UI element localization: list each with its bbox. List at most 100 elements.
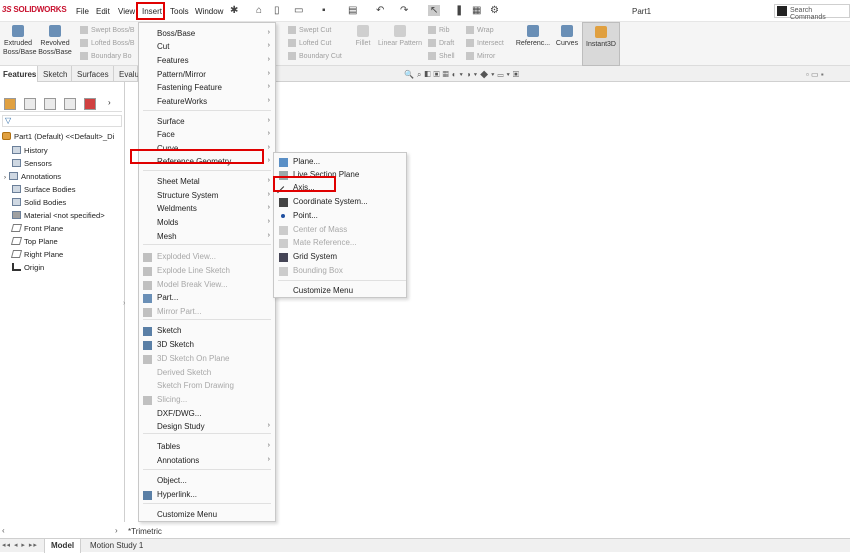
filter-bar[interactable]: ▽ [2, 115, 122, 127]
insert-menu-item-face[interactable]: Face › [139, 129, 275, 142]
tree-item-sensors[interactable]: Sensors [12, 159, 52, 168]
panel-collapse-arrow-icon[interactable]: › [123, 300, 125, 307]
file-properties-icon[interactable]: ▦ [472, 5, 481, 16]
dimxpert-icon[interactable] [64, 98, 76, 110]
curves-button[interactable]: Curves [553, 25, 581, 48]
draft-button[interactable]: Draft [428, 39, 454, 47]
property-manager-icon[interactable] [24, 98, 36, 110]
insert-menu-item-featureworks[interactable]: FeatureWorks › [139, 96, 275, 109]
tree-item-top-plane[interactable]: Top Plane [10, 237, 58, 246]
insert-menu-item-customize-menu[interactable]: Customize Menu [139, 509, 275, 522]
pin-icon[interactable]: ✱ [230, 5, 238, 16]
tree-item-right-plane[interactable]: Right Plane [10, 250, 63, 259]
tree-root-part[interactable]: Part1 (Default) <<Default>_Di [2, 132, 114, 141]
select-arrow-icon[interactable]: ↖ [428, 5, 441, 16]
extruded-boss-button[interactable]: Extruded Boss/Base [3, 25, 36, 57]
insert-menu-item-weldments[interactable]: Weldments › [139, 203, 275, 216]
scroll-left-icon[interactable]: ‹ [2, 526, 5, 535]
insert-menu-item-object[interactable]: Object... [139, 475, 275, 488]
rib-button[interactable]: Rib [428, 26, 450, 34]
menu-file[interactable]: File [76, 7, 89, 16]
wrap-button[interactable]: Wrap [466, 26, 494, 34]
insert-menu-item-boss-base[interactable]: Boss/Base › [139, 28, 275, 41]
panel-horizontal-scrollbar[interactable]: ‹ › [0, 526, 125, 536]
insert-menu-item-surface[interactable]: Surface › [139, 116, 275, 129]
reference-geometry-button[interactable]: Referenc... [514, 25, 552, 48]
insert-menu-item-annotations[interactable]: Annotations › [139, 455, 275, 468]
chevron-right-icon[interactable]: › [108, 98, 120, 110]
boundary-cut-button[interactable]: Boundary Cut [288, 52, 342, 60]
undo-icon[interactable]: ↶ [376, 5, 384, 16]
insert-menu-item-exploded-view[interactable]: Exploded View... [139, 251, 275, 264]
insert-menu-item-slicing[interactable]: Slicing... [139, 394, 275, 407]
boundary-boss-button[interactable]: Boundary Bo [80, 52, 131, 60]
intersect-button[interactable]: Intersect [466, 39, 504, 47]
insert-menu-item-tables[interactable]: Tables › [139, 441, 275, 454]
ref-geom-item-bounding-box[interactable]: Bounding Box [274, 265, 406, 278]
tree-item-history[interactable]: History [12, 146, 48, 155]
swept-cut-button[interactable]: Swept Cut [288, 26, 331, 34]
insert-menu-item-sketch[interactable]: Sketch [139, 325, 275, 338]
search-commands-box[interactable]: Search Commands [774, 4, 850, 21]
home-icon[interactable]: ⌂ [256, 5, 262, 16]
featuremanager-tree-icon[interactable] [4, 98, 16, 110]
ref-geom-item-point[interactable]: Point... [274, 210, 406, 223]
tab-navigation-arrows-icon[interactable]: ◂◂ ◂ ▸ ▸▸ [2, 541, 38, 549]
solidworks-logo[interactable]: 3S SOLIDWORKS [2, 5, 67, 14]
ref-geom-item-mate-reference[interactable]: Mate Reference... [274, 237, 406, 250]
save-icon[interactable]: ▪ [322, 5, 326, 16]
insert-menu-item-explode-line-sketch[interactable]: Explode Line Sketch [139, 265, 275, 278]
tree-item-material[interactable]: Material <not specified> [12, 211, 105, 220]
fillet-button[interactable]: Fillet [353, 25, 373, 48]
redo-icon[interactable]: ↷ [400, 5, 408, 16]
print-icon[interactable]: ▤ [348, 5, 357, 16]
insert-menu-item-3d-sketch-on-plane[interactable]: 3D Sketch On Plane [139, 353, 275, 366]
insert-menu-item-molds[interactable]: Molds › [139, 217, 275, 230]
heads-up-view-toolbar[interactable]: 🔍⌕◧▣▦◐▾◑▾◆▾▭▾▣ [404, 70, 522, 80]
window-controls[interactable]: ▫ ▭ ▪ [806, 70, 824, 79]
tree-item-solid-bodies[interactable]: Solid Bodies [12, 198, 66, 207]
mirror-button[interactable]: Mirror [466, 52, 495, 60]
ref-geom-item-plane[interactable]: Plane... [274, 156, 406, 169]
open-folder-icon[interactable]: ▭ [294, 5, 303, 16]
menu-window[interactable]: Window [195, 7, 223, 16]
insert-menu-item-structure-system[interactable]: Structure System › [139, 190, 275, 203]
new-document-icon[interactable]: ▯ [274, 5, 280, 16]
configuration-manager-icon[interactable] [44, 98, 56, 110]
insert-menu-item-3d-sketch[interactable]: 3D Sketch [139, 339, 275, 352]
linear-pattern-button[interactable]: Linear Pattern [375, 25, 425, 48]
display-manager-icon[interactable] [84, 98, 96, 110]
tab-features[interactable]: Features [0, 66, 38, 82]
insert-menu-item-dxf-dwg[interactable]: DXF/DWG... [139, 408, 275, 421]
insert-menu-item-part[interactable]: Part... [139, 292, 275, 305]
tab-model[interactable]: Model [44, 539, 82, 553]
insert-menu-item-hyperlink[interactable]: Hyperlink... [139, 489, 275, 502]
rebuild-icon[interactable]: ❚ [455, 5, 463, 16]
insert-menu-item-fastening-feature[interactable]: Fastening Feature › [139, 82, 275, 95]
tree-item-annotations[interactable]: › Annotations [4, 172, 61, 181]
insert-menu-item-pattern-mirror[interactable]: Pattern/Mirror › [139, 69, 275, 82]
ref-geom-item-customize-menu[interactable]: Customize Menu [274, 285, 406, 298]
options-gear-icon[interactable]: ⚙ [490, 5, 499, 16]
expand-arrow-icon[interactable]: › [4, 175, 6, 181]
insert-menu-item-sheet-metal[interactable]: Sheet Metal › [139, 176, 275, 189]
insert-menu-item-mirror-part[interactable]: Mirror Part... [139, 306, 275, 319]
insert-menu-item-features[interactable]: Features › [139, 55, 275, 68]
menu-tools[interactable]: Tools [170, 7, 189, 16]
lofted-boss-button[interactable]: Lofted Boss/B [80, 39, 135, 47]
tree-item-origin[interactable]: Origin [12, 263, 44, 272]
insert-menu-item-derived-sketch[interactable]: Derived Sketch [139, 367, 275, 380]
swept-boss-button[interactable]: Swept Boss/B [80, 26, 135, 34]
insert-menu-item-model-break-view[interactable]: Model Break View... [139, 279, 275, 292]
tree-item-front-plane[interactable]: Front Plane [10, 224, 63, 233]
ref-geom-item-grid-system[interactable]: Grid System [274, 251, 406, 264]
ref-geom-item-coordinate-system[interactable]: Coordinate System... [274, 196, 406, 209]
insert-menu-item-mesh[interactable]: Mesh › [139, 231, 275, 244]
revolved-boss-button[interactable]: Revolved Boss/Base [38, 25, 72, 57]
insert-menu-item-cut[interactable]: Cut › [139, 41, 275, 54]
tab-evaluate[interactable]: Evalu [116, 66, 139, 82]
scroll-right-icon[interactable]: › [115, 526, 118, 535]
lofted-cut-button[interactable]: Lofted Cut [288, 39, 331, 47]
tab-motion-study[interactable]: Motion Study 1 [84, 539, 149, 553]
menu-view[interactable]: View [118, 7, 135, 16]
